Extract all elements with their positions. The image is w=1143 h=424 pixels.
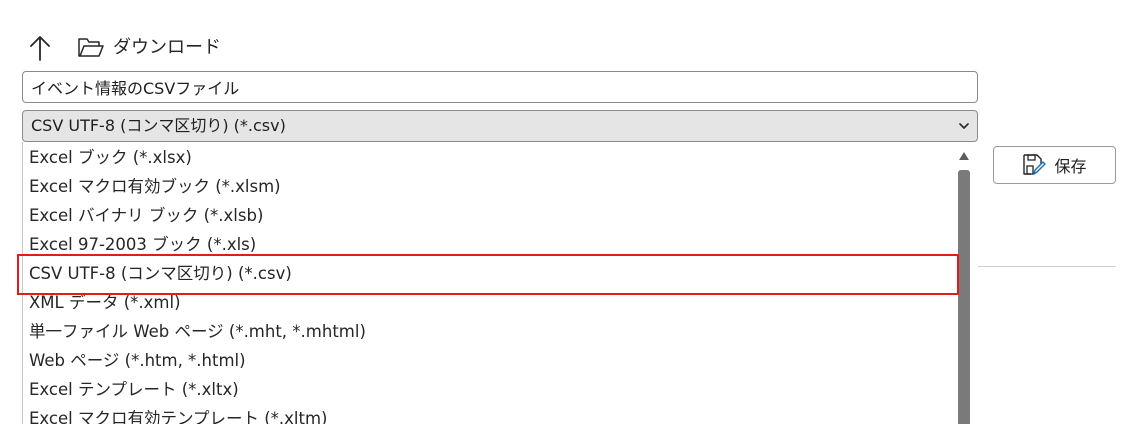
file-type-option-mhtml[interactable]: 単一ファイル Web ページ (*.mht, *.mhtml) bbox=[29, 317, 366, 346]
filename-input[interactable] bbox=[22, 71, 978, 103]
up-folder-button[interactable] bbox=[26, 33, 54, 63]
file-type-option-xlsb[interactable]: Excel バイナリ ブック (*.xlsb) bbox=[29, 201, 263, 230]
save-pen-icon bbox=[1023, 154, 1047, 175]
file-type-selected-value: CSV UTF-8 (コンマ区切り) (*.csv) bbox=[31, 116, 286, 135]
scroll-up-button[interactable] bbox=[957, 150, 971, 162]
file-type-option-xlsx[interactable]: Excel ブック (*.xlsx) bbox=[29, 143, 192, 172]
triangle-up-icon bbox=[959, 152, 969, 160]
save-button[interactable]: 保存 bbox=[993, 146, 1116, 184]
folder-open-icon bbox=[78, 38, 104, 57]
file-type-option-xltm[interactable]: Excel マクロ有効テンプレート (*.xltm) bbox=[29, 404, 327, 424]
file-type-option-xlsm[interactable]: Excel マクロ有効ブック (*.xlsm) bbox=[29, 172, 281, 201]
chevron-down-icon bbox=[959, 123, 969, 129]
save-button-label: 保存 bbox=[1054, 157, 1087, 176]
file-type-option-xls[interactable]: Excel 97-2003 ブック (*.xls) bbox=[29, 230, 256, 259]
file-type-option-html[interactable]: Web ページ (*.htm, *.html) bbox=[29, 346, 246, 375]
scrollbar-thumb[interactable] bbox=[958, 170, 970, 424]
current-location-label[interactable]: ダウンロード bbox=[113, 36, 221, 60]
divider bbox=[978, 266, 1116, 267]
file-type-option-csv-utf8[interactable]: CSV UTF-8 (コンマ区切り) (*.csv) bbox=[29, 259, 292, 288]
arrow-up-icon bbox=[30, 36, 50, 61]
save-as-panel: ダウンロード CSV UTF-8 (コンマ区切り) (*.csv) Excel … bbox=[0, 0, 1143, 424]
file-type-option-xml[interactable]: XML データ (*.xml) bbox=[29, 288, 181, 317]
file-type-option-xltx[interactable]: Excel テンプレート (*.xltx) bbox=[29, 375, 239, 404]
file-type-dropdown-list: Excel ブック (*.xlsx) Excel マクロ有効ブック (*.xls… bbox=[22, 142, 957, 424]
file-type-select[interactable]: CSV UTF-8 (コンマ区切り) (*.csv) bbox=[22, 110, 978, 142]
